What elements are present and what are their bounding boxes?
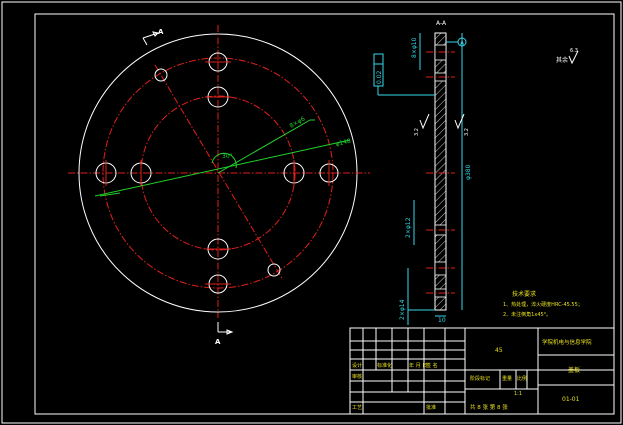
drawing-number: 01-01: [562, 396, 580, 403]
part-name: 盖板: [568, 366, 580, 374]
school-name: 学院机电与信息学院: [542, 338, 592, 346]
flatness-frame: 0.02: [373, 53, 435, 96]
angle-label: 30°: [222, 153, 233, 160]
sign-label: 签 名: [426, 362, 438, 369]
side-view: 8×φ10 2×φ12 2×φ14 φ380 10 A-A A 0.02 3.2…: [373, 20, 472, 325]
svg-text:6.3: 6.3: [570, 48, 578, 54]
svg-text:其余: 其余: [556, 56, 568, 64]
technical-requirements: 技术要求 1、热处理，淬火硬度HRC-45.55； 2、未注倒角1x45°。: [503, 290, 583, 318]
sheet-info: 共 8 张 第 8 张: [470, 403, 508, 411]
scale-label: 比例: [517, 375, 527, 382]
scale-value: 1:1: [514, 391, 522, 397]
material: 45: [495, 347, 503, 354]
roughness-note: 其余 6.3: [556, 48, 579, 65]
title-block: 45 学院机电与信息学院 盖板 01-01 阶段标记 重量 比例 1:1 共 8…: [349, 327, 615, 415]
dim-label: φ380: [465, 164, 472, 180]
pin-hole: [154, 68, 168, 82]
dim-label: 10: [438, 317, 446, 324]
cad-drawing: 8×φ6 φ148 30° A A 8×φ10 2×φ12 2×φ14 φ380…: [1, 1, 622, 424]
design-label: 设计: [352, 362, 362, 369]
stage-label: 阶段标记: [470, 375, 490, 382]
tech-req-item: 1、热处理，淬火硬度HRC-45.55；: [503, 301, 583, 308]
approve-label: 批准: [426, 404, 436, 411]
weight-label: 重量: [502, 375, 512, 382]
dim-label: 2×φ14: [399, 299, 406, 320]
standardization-label: 标准化: [377, 362, 392, 369]
svg-text:3.2: 3.2: [464, 128, 470, 136]
tech-req-item: 2、未注倒角1x45°。: [503, 311, 551, 318]
outer-frame: [1, 1, 622, 424]
leader-label-diameter: φ148: [335, 138, 352, 148]
svg-text:3.2: 3.2: [414, 128, 420, 136]
date-label: 年 月 日: [409, 362, 427, 369]
view-marker-top: A: [158, 28, 164, 36]
section-arrow-top: A: [142, 28, 164, 46]
pin-hole: [267, 263, 281, 277]
dim-label: 2×φ12: [405, 217, 412, 238]
datum-symbol: A: [446, 37, 467, 47]
dim-label: 8×φ10: [411, 37, 418, 58]
section-arrow-bottom: A: [215, 322, 234, 346]
section-label: A-A: [436, 20, 447, 27]
svg-text:A: A: [460, 40, 465, 47]
tech-req-title: 技术要求: [512, 290, 536, 298]
check-label: 审核: [352, 373, 362, 380]
view-marker-bottom: A: [215, 338, 221, 346]
svg-text:0.02: 0.02: [376, 70, 383, 84]
front-view: 8×φ6 φ148 30° A A: [68, 25, 370, 346]
inner-frame: [34, 13, 615, 415]
process-label: 工艺: [352, 405, 362, 411]
